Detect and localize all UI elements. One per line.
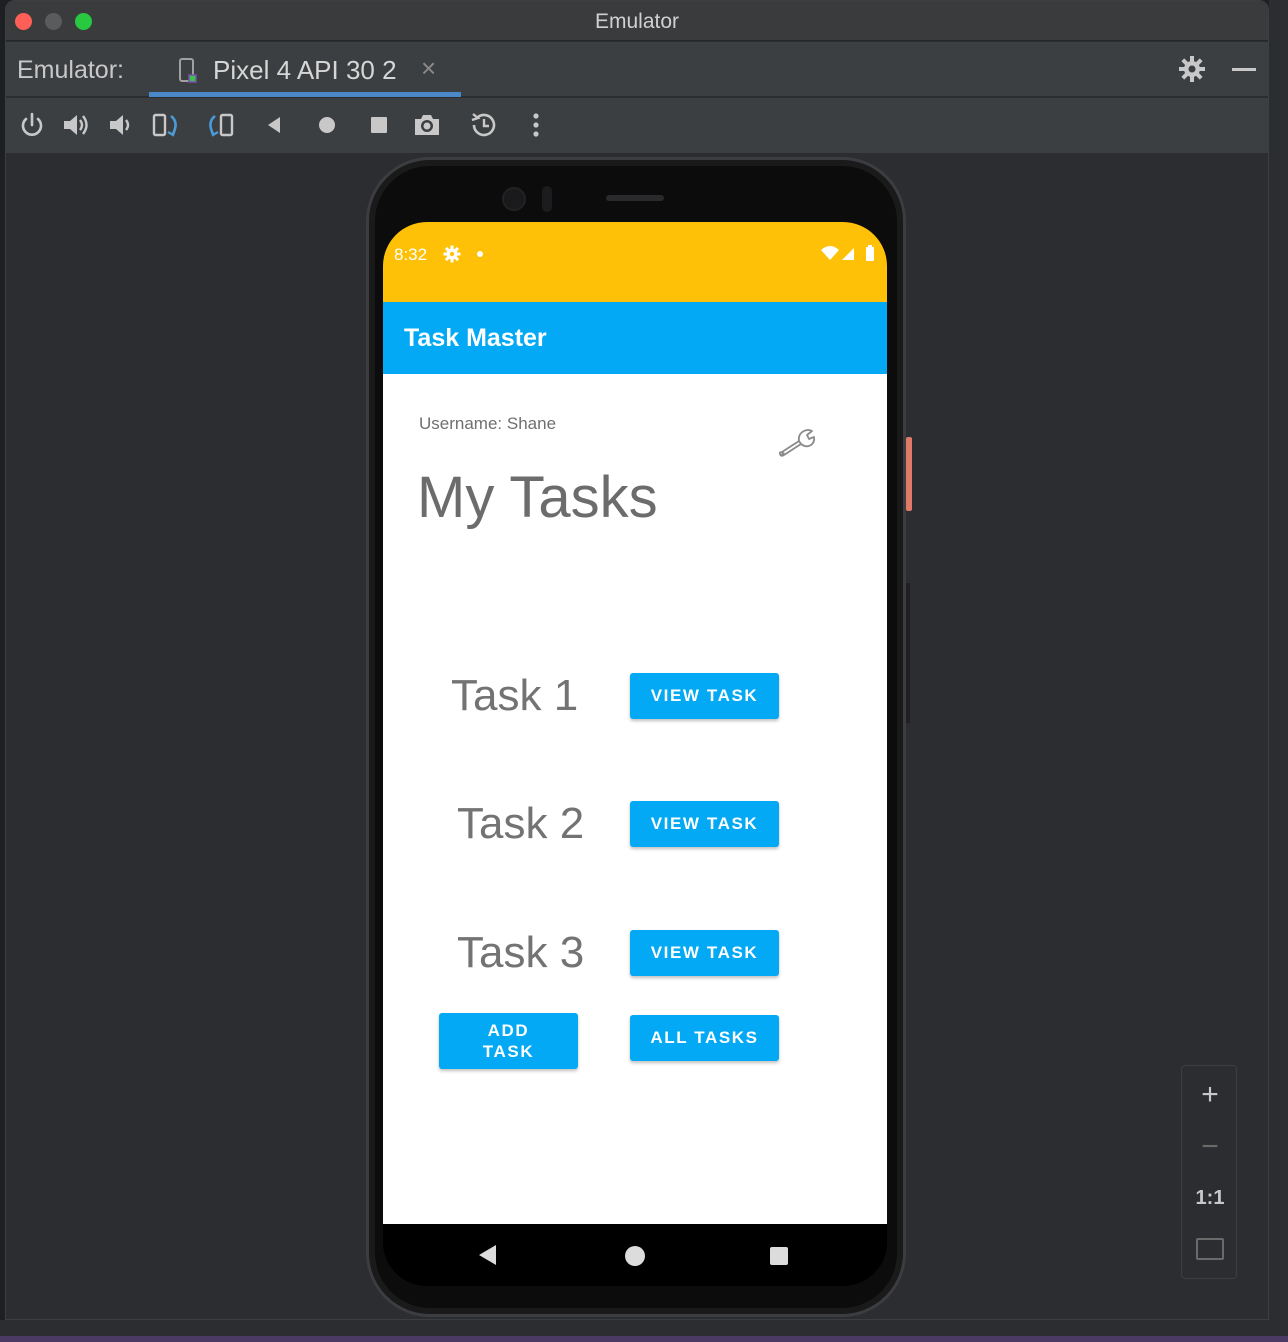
emulator-toolbar (6, 98, 1268, 153)
app-title: Task Master (404, 324, 547, 352)
side-panel-edge (1269, 0, 1288, 1320)
sensor (542, 186, 552, 212)
device-tab-bar: Emulator: Pixel 4 API 30 2 × (6, 42, 1268, 97)
status-time: 8:32 (394, 245, 428, 264)
overview-icon[interactable] (364, 110, 394, 140)
home-icon[interactable] (312, 110, 342, 140)
nav-home-icon[interactable] (625, 1246, 645, 1266)
tab-selected-indicator (149, 92, 461, 97)
volume-rocker (906, 583, 910, 723)
power-button[interactable] (906, 437, 912, 511)
device-icon (179, 58, 197, 83)
task-label-1: Task 1 (451, 671, 579, 720)
nav-back-icon[interactable] (479, 1245, 496, 1265)
zoom-actual-size-button[interactable]: 1:1 (1182, 1173, 1238, 1223)
android-nav-bar (383, 1224, 887, 1286)
minimize-panel-icon[interactable] (1232, 68, 1256, 71)
rotate-left-icon[interactable] (152, 110, 182, 140)
gear-icon[interactable] (1178, 55, 1206, 83)
tab-pixel-4[interactable]: Pixel 4 API 30 2 × (149, 42, 461, 97)
ide-bottom-edge (0, 1336, 1288, 1342)
settings-notification-icon (443, 245, 461, 263)
status-bar: 8:32 (383, 222, 887, 302)
fit-screen-icon[interactable] (1196, 1238, 1224, 1260)
task-label-2: Task 2 (457, 799, 585, 848)
main-content: Username: Shane My Tasks Task 1 VIEW TAS… (383, 374, 887, 1224)
earpiece-speaker (606, 195, 664, 201)
window-title: Emulator (594, 10, 680, 33)
app-bar: Task Master (383, 302, 887, 374)
rotate-right-icon[interactable] (204, 110, 234, 140)
camera-icon[interactable] (412, 110, 442, 140)
zoom-out-button[interactable]: − (1182, 1122, 1238, 1172)
view-task-2-button[interactable]: VIEW TASK (630, 801, 779, 847)
page-heading: My Tasks (417, 465, 658, 530)
wrench-icon[interactable] (779, 424, 821, 460)
nav-recents-icon[interactable] (770, 1247, 788, 1265)
title-bar: Emulator (6, 1, 1268, 41)
zoom-in-button[interactable]: + (1182, 1070, 1238, 1120)
wifi-signal-battery-icon (821, 245, 874, 261)
front-camera-icon (502, 187, 526, 211)
add-task-button[interactable]: ADD TASK (439, 1013, 578, 1069)
close-tab-icon[interactable]: × (421, 53, 436, 84)
power-icon[interactable] (17, 110, 47, 140)
tab-label: Pixel 4 API 30 2 (213, 55, 397, 85)
device-screen: 8:32 Task Master Username: Shane My Task… (383, 222, 887, 1286)
snapshot-icon[interactable] (469, 110, 499, 140)
zoom-panel: + − 1:1 (1181, 1065, 1237, 1279)
back-icon[interactable] (260, 110, 290, 140)
volume-down-icon[interactable] (105, 110, 135, 140)
task-label-3: Task 3 (457, 928, 585, 977)
view-task-1-button[interactable]: VIEW TASK (630, 673, 779, 719)
volume-up-icon[interactable] (61, 110, 91, 140)
all-tasks-button[interactable]: ALL TASKS (630, 1015, 779, 1061)
more-icon[interactable] (521, 110, 551, 140)
view-task-3-button[interactable]: VIEW TASK (630, 930, 779, 976)
username-label: Username: Shane (419, 414, 557, 433)
emulator-label: Emulator: (17, 56, 124, 84)
notification-dot-icon (477, 251, 483, 257)
